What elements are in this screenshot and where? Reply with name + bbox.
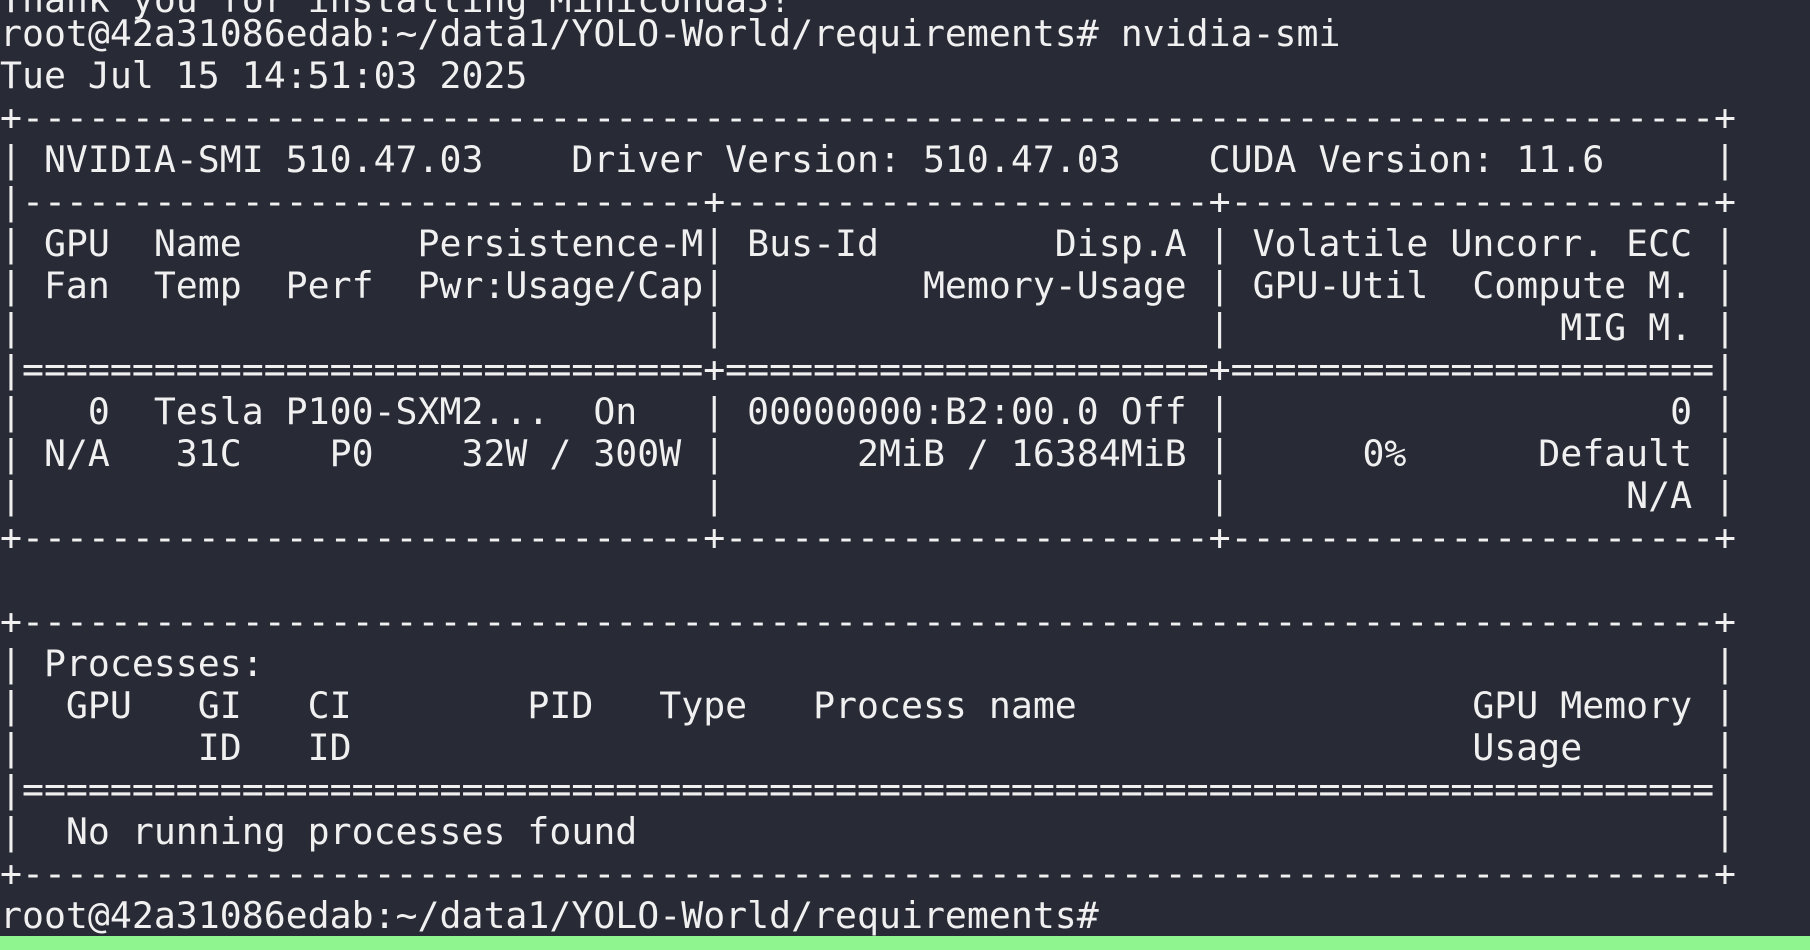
smi-header-row-2: | Fan Temp Perf Pwr:Usage/Cap| Memory-Us… (0, 264, 1737, 307)
smi-header-row-1: | GPU Name Persistence-M| Bus-Id Disp.A … (0, 222, 1737, 265)
smi-border-top: +---------------------------------------… (0, 96, 1737, 139)
smi-border-bottom: +-------------------------------+-------… (0, 516, 1737, 559)
processes-empty-row: | No running processes found | (0, 810, 1737, 853)
processes-header-row-1: | GPU GI CI PID Type Process name GPU Me… (0, 684, 1737, 727)
processes-title-row: | Processes: | (0, 642, 1737, 685)
smi-header-divider: |===============================+=======… (0, 348, 1737, 391)
terminal-line-command: root@42a31086edab:~/data1/YOLO-World/req… (0, 12, 1341, 55)
terminal-prompt[interactable]: root@42a31086edab:~/data1/YOLO-World/req… (0, 895, 1099, 937)
smi-header-row-3: | | | MIG M. | (0, 306, 1737, 349)
processes-header-row-2: | ID ID Usage | (0, 726, 1737, 769)
processes-border-top: +---------------------------------------… (0, 600, 1737, 643)
processes-border-bottom: +---------------------------------------… (0, 852, 1737, 895)
terminal-window[interactable]: Thank you for installing Miniconda3! roo… (0, 0, 1810, 950)
smi-separator: |-------------------------------+-------… (0, 180, 1737, 223)
smi-gpu-row-3: | | | N/A | (0, 474, 1737, 517)
smi-gpu-row-2: | N/A 31C P0 32W / 300W | 2MiB / 16384Mi… (0, 432, 1737, 475)
terminal-line-date: Tue Jul 15 14:51:03 2025 (0, 54, 528, 97)
tmux-status-bar (0, 936, 1810, 950)
smi-version-row: | NVIDIA-SMI 510.47.03 Driver Version: 5… (0, 138, 1737, 181)
processes-header-divider: |=======================================… (0, 768, 1737, 811)
smi-gpu-row-1: | 0 Tesla P100-SXM2... On | 00000000:B2:… (0, 390, 1737, 433)
